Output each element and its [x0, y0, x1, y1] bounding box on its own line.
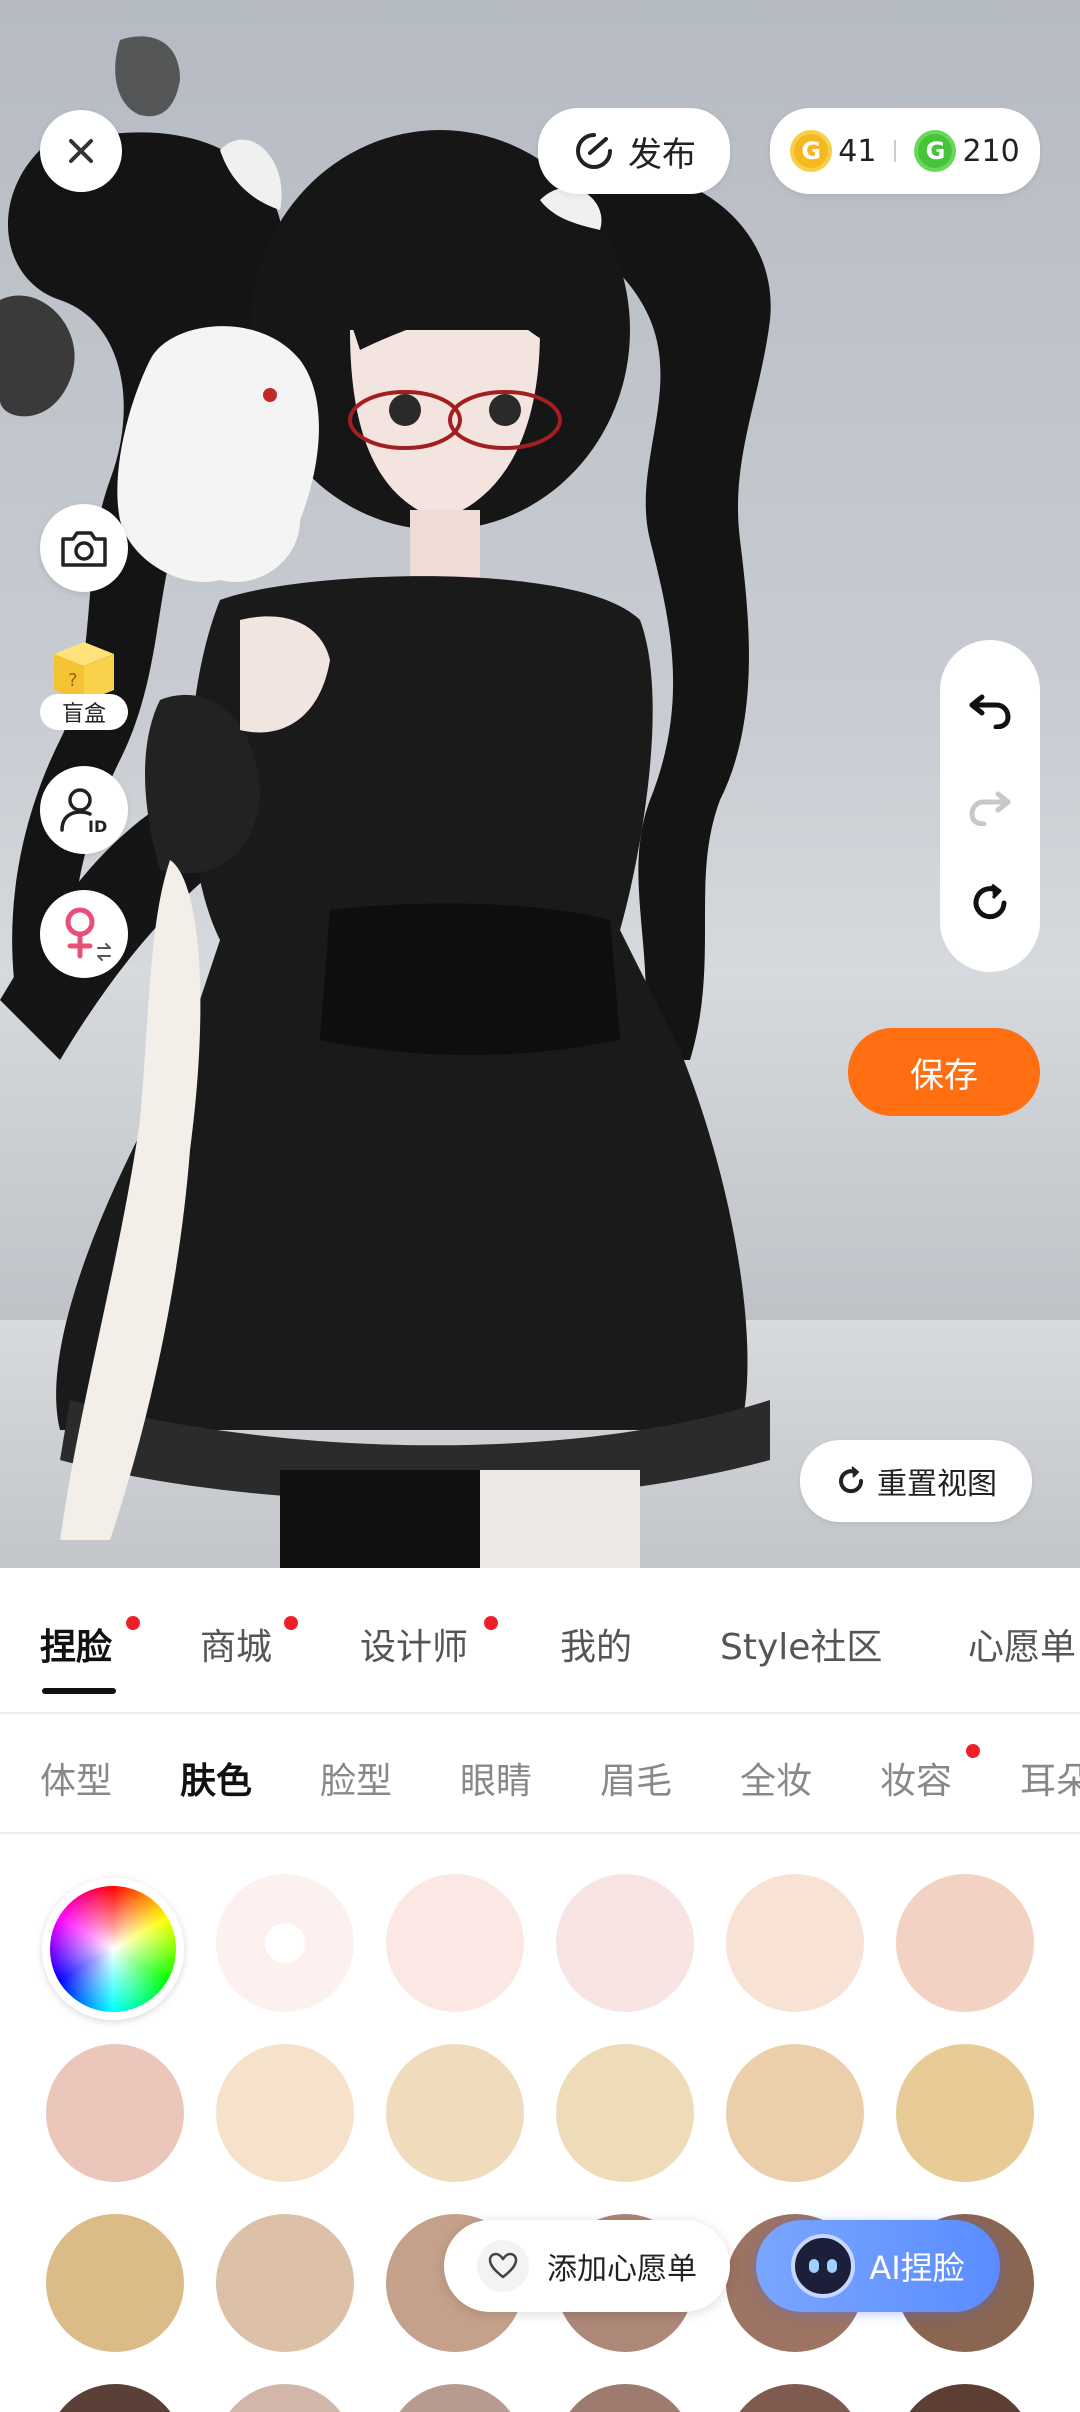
notification-dot	[966, 1744, 980, 1758]
profile-id-button[interactable]: ID	[40, 766, 128, 854]
green-coin-icon: G	[914, 130, 957, 172]
main-tab-4[interactable]: Style社区	[720, 1618, 882, 1670]
gold-coin-count: 41	[838, 133, 877, 169]
skin-swatch[interactable]	[46, 2384, 184, 2412]
publish-button[interactable]: 发布	[538, 108, 730, 194]
sub-tab-1[interactable]: 肤色	[180, 1752, 252, 1804]
svg-text:ID: ID	[88, 817, 107, 836]
undo-icon	[969, 694, 1011, 729]
sub-tab-0[interactable]: 体型	[40, 1752, 112, 1804]
refresh-icon	[973, 884, 1007, 920]
skin-swatch[interactable]	[896, 2384, 1034, 2412]
color-wheel-icon[interactable]	[42, 1878, 184, 2020]
currency-divider	[894, 140, 897, 162]
main-tab-bar: 捏脸 商城 设计师 我的 Style社区 心愿单	[0, 1568, 1080, 1714]
skin-swatch[interactable]	[386, 1874, 524, 2012]
sub-tab-6[interactable]: 妆容	[880, 1752, 952, 1804]
notification-dot	[284, 1616, 298, 1630]
avatar-model[interactable]	[0, 0, 1080, 1568]
sub-tab-7[interactable]: 耳朵	[1020, 1752, 1080, 1804]
skin-swatch[interactable]	[896, 1874, 1034, 2012]
currency-balance[interactable]: G 41 G 210	[770, 108, 1040, 194]
green-coin-count: 210	[962, 133, 1020, 169]
notification-dot	[126, 1616, 140, 1630]
blind-box-label: 盲盒	[40, 694, 128, 730]
skin-swatch[interactable]	[386, 2044, 524, 2182]
redo-icon	[969, 791, 1011, 826]
skin-swatch[interactable]	[896, 2044, 1034, 2182]
skin-swatch[interactable]	[726, 2384, 864, 2412]
gold-coin-icon: G	[790, 130, 833, 172]
camera-button[interactable]	[40, 504, 128, 592]
edit-history-panel	[940, 640, 1040, 972]
skin-swatch[interactable]	[556, 1874, 694, 2012]
skin-swatch[interactable]	[216, 1874, 354, 2012]
heart-icon	[488, 2252, 518, 2279]
female-gender-icon	[65, 907, 111, 961]
main-tab-5[interactable]: 心愿单	[968, 1618, 1076, 1670]
svg-text:?: ?	[68, 670, 78, 691]
skin-swatch[interactable]	[46, 2044, 184, 2182]
sub-tab-bar: 体型 肤色 脸型 眼睛 眉毛 全妆 妆容 耳朵	[0, 1714, 1080, 1834]
ai-face-label: AI捏脸	[869, 2249, 965, 2287]
skin-swatch[interactable]	[386, 2384, 524, 2412]
main-tab-1[interactable]: 商城	[200, 1618, 272, 1670]
main-tab-0[interactable]: 捏脸	[40, 1618, 112, 1670]
refresh-button[interactable]	[960, 873, 1020, 933]
save-button[interactable]: 保存	[848, 1028, 1040, 1116]
skin-swatch[interactable]	[46, 2214, 184, 2352]
sub-tab-2[interactable]: 脸型	[320, 1752, 392, 1804]
sub-tab-3[interactable]: 眼睛	[460, 1752, 532, 1804]
skin-swatch[interactable]	[216, 2044, 354, 2182]
publish-label: 发布	[628, 134, 696, 175]
main-tab-2[interactable]: 设计师	[360, 1618, 468, 1670]
publish-icon	[576, 133, 612, 169]
skin-swatch[interactable]	[216, 2214, 354, 2352]
skin-swatch[interactable]	[726, 1874, 864, 2012]
undo-button[interactable]	[960, 679, 1020, 739]
skin-swatch[interactable]	[556, 2044, 694, 2182]
skin-swatch[interactable]	[216, 2384, 354, 2412]
main-tab-3[interactable]: 我的	[560, 1618, 632, 1670]
reset-view-icon	[839, 1466, 864, 1494]
wishlist-label: 添加心愿单	[547, 2252, 697, 2287]
skin-swatch[interactable]	[556, 2384, 694, 2412]
active-tab-underline	[42, 1688, 116, 1694]
gender-switch-button[interactable]	[40, 890, 128, 978]
reset-view-button[interactable]: 重置视图	[800, 1440, 1032, 1522]
ai-face-button[interactable]: AI捏脸	[756, 2220, 1000, 2312]
profile-id-icon: ID	[60, 788, 107, 836]
avatar-viewport[interactable]: 发布 G 41 G 210 ? 盲盒 ID 保存 重置视图	[0, 0, 1080, 1568]
redo-button[interactable]	[960, 776, 1020, 836]
skin-swatch[interactable]	[726, 2044, 864, 2182]
camera-icon	[61, 531, 107, 567]
sub-tab-5[interactable]: 全妆	[740, 1752, 812, 1804]
reset-view-label: 重置视图	[877, 1467, 997, 1502]
ai-robot-icon	[791, 2234, 856, 2298]
add-wishlist-button[interactable]: 添加心愿单	[444, 2220, 730, 2312]
sub-tab-4[interactable]: 眉毛	[600, 1752, 672, 1804]
notification-dot	[484, 1616, 498, 1630]
close-button[interactable]	[40, 110, 122, 192]
close-icon	[69, 139, 93, 163]
